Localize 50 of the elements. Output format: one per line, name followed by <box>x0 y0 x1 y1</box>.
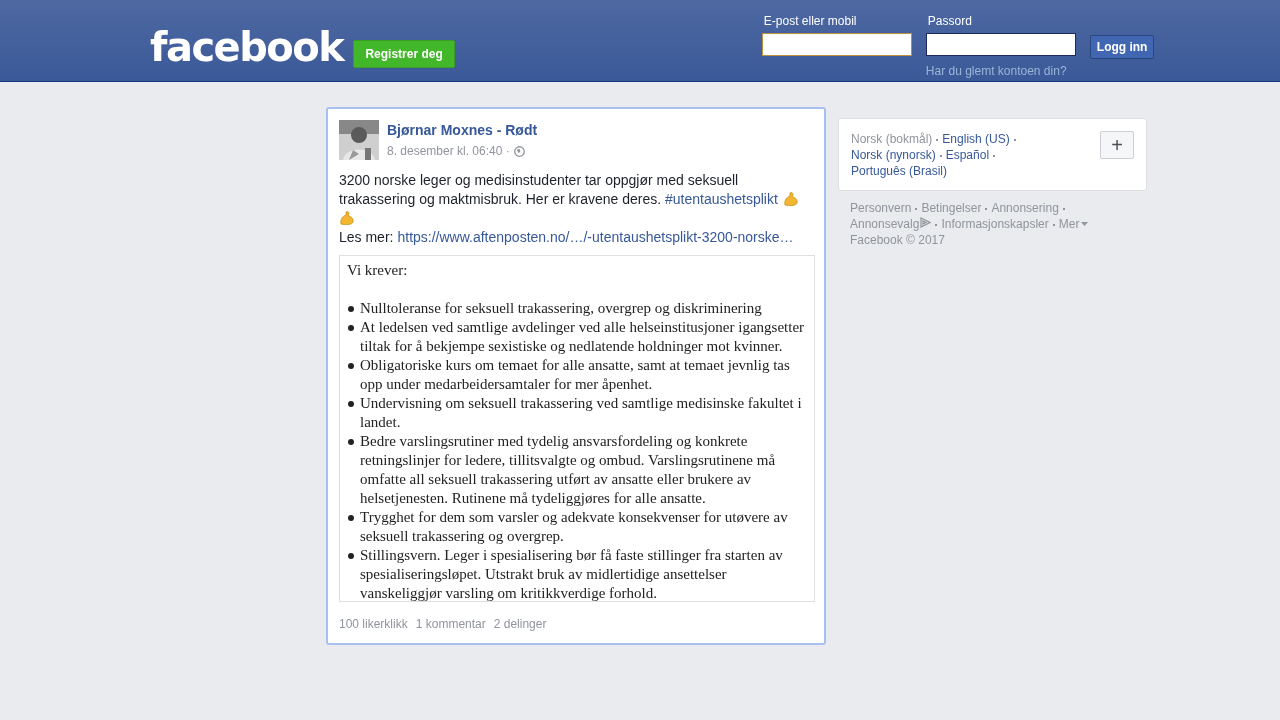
article-link[interactable]: https://www.aftenposten.no/…/-utentaushetsplikt-3200-norske… <box>397 228 794 247</box>
password-field[interactable] <box>925 33 1076 56</box>
password-label: Passord <box>926 14 973 29</box>
footer-link[interactable]: Annonsering <box>991 200 1059 216</box>
add-language-button[interactable]: + <box>1100 131 1134 159</box>
read-more-label: Les mer: <box>339 228 394 247</box>
email-field[interactable] <box>761 33 912 56</box>
footer-link[interactable]: Informasjonskapsler <box>941 216 1049 232</box>
document-heading: Vi krever: <box>347 261 409 280</box>
document-text: Nulltoleranse for seksuell trakassering, overgrep og diskriminering <box>360 299 762 318</box>
post-stat-link[interactable]: 1 kommentar <box>415 615 486 633</box>
bullet-icon <box>348 363 354 369</box>
globe-icon <box>513 145 525 157</box>
login-button[interactable]: Logg inn <box>1089 35 1155 59</box>
document-text: Bedre varslingsrutiner med tydelig ansvarsfordeling og konkrete retningslinjer for ledere, tillitsvalgte og ombud. Varslingsrutinene må omfatte all seksuell trakassering utført av ansatte eller brukere av helsetjenesten. Rutinene må tydeliggjøres for alle ansatte. <box>360 432 777 508</box>
bullet-icon <box>348 306 354 312</box>
flexed-arm-icon <box>339 210 355 226</box>
post-time[interactable]: 8. desember kl. 06:40 · <box>387 142 510 160</box>
language-link[interactable]: Español <box>945 147 990 163</box>
document-text: Obligatoriske kurs om temaet for alle ansatte, samt at temaet jevnlig tas opp under medarbeidersamtaler for mer åpenhet. <box>360 356 791 394</box>
bullet-icon <box>348 515 354 521</box>
language-link[interactable]: English (US) <box>942 131 1010 147</box>
facebook-logo[interactable]: facebook <box>150 30 344 64</box>
post-stat-link[interactable]: 2 delinger <box>493 615 547 633</box>
bullet-icon <box>348 439 354 445</box>
bullet-icon <box>348 401 354 407</box>
bullet-icon <box>348 325 354 331</box>
forgot-account-link[interactable]: Har du glemt kontoen din? <box>925 62 1076 80</box>
caret-icon <box>1081 222 1089 226</box>
language-link[interactable]: Norsk (bokmål) <box>851 131 933 147</box>
document-text: Stillingsvern. Leger i spesialisering bør få faste stillinger fra starten av spesialiseringsløpet. Utstrakt bruk av midlertidige ansettelser vanskeliggjør varsling om kritikkverdige forhold. <box>360 546 784 601</box>
language-link[interactable]: Português (Brasil) <box>851 163 948 179</box>
document-text: At ledelsen ved samtlige avdelinger ved alle helseinstitusjoner igangsetter tiltak for å bekjempe sexistiske og nedlatende holdninger mot kvinner. <box>360 318 806 356</box>
hashtag-link[interactable]: #utentaushetsplikt <box>665 191 778 207</box>
footer-link[interactable]: Annonsevalg <box>850 216 932 232</box>
document-text: Trygghet for dem som varsler og adekvate konsekvenser for utøvere av seksuell trakassering og overgrep. <box>360 508 789 546</box>
footer-link[interactable]: Personvern <box>850 200 912 216</box>
post-stat-link[interactable]: 100 likerklikk <box>339 615 408 633</box>
email-label: E-post eller mobil <box>762 14 858 29</box>
author-name[interactable]: Bjørnar Moxnes - Rødt <box>387 121 538 139</box>
post-text: 3200 norske leger og medisinstudenter tar oppgjør med seksuell trakassering og maktmisbruk. Her er kravene deres. #utentaushetsplikt <box>339 171 811 228</box>
footer-link[interactable]: Betingelser <box>921 200 982 216</box>
ad-choices-icon <box>920 217 932 228</box>
copyright-text: Facebook © 2017 <box>850 232 946 248</box>
document-text: Undervisning om seksuell trakassering ved samtlige medisinske fakultet i landet. <box>360 394 803 432</box>
register-button[interactable]: Registrer deg <box>353 40 455 68</box>
language-link[interactable]: Norsk (nynorsk) <box>851 147 936 163</box>
flexed-arm-icon <box>782 191 799 207</box>
bullet-icon <box>348 553 354 559</box>
footer-link[interactable]: Mer <box>1058 216 1089 232</box>
